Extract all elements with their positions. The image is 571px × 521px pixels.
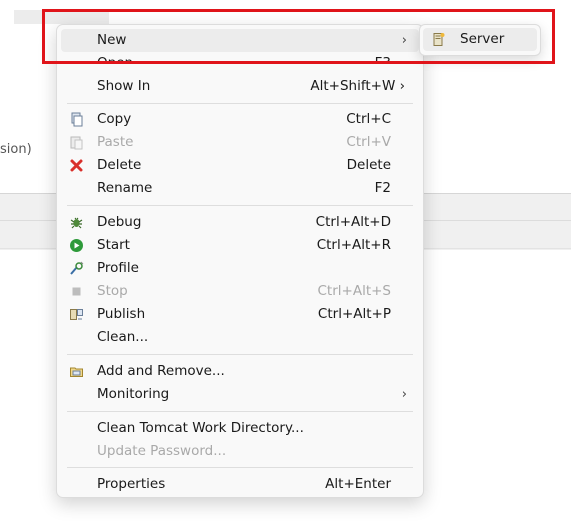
menu-item-clean-tomcat-work-directory[interactable]: Clean Tomcat Work Directory... (61, 417, 419, 440)
menu-item-debug[interactable]: Debug Ctrl+Alt+D (61, 211, 419, 234)
menu-item-label: Paste (97, 134, 134, 150)
menu-separator (67, 467, 413, 468)
start-icon (69, 238, 84, 253)
menu-item-shortcut: Alt+Shift+W › (310, 78, 405, 94)
menu-item-clean[interactable]: Clean... (61, 326, 419, 349)
menu-item-properties[interactable]: Properties Alt+Enter (61, 473, 419, 496)
menu-item-label: Clean... (97, 329, 149, 345)
delete-icon (69, 158, 84, 173)
menu-item-monitoring[interactable]: Monitoring › (61, 383, 419, 406)
menu-separator (67, 354, 413, 355)
publish-icon (69, 307, 84, 322)
menu-item-label: Copy (97, 111, 132, 127)
menu-item-label: Add and Remove... (97, 363, 225, 379)
menu-item-shortcut: Ctrl+V (346, 134, 391, 150)
menu-item-shortcut: Alt+Enter (325, 476, 391, 492)
menu-item-stop[interactable]: Stop Ctrl+Alt+S (61, 280, 419, 303)
menu-item-label: Start (97, 237, 130, 253)
menu-item-rename[interactable]: Rename F2 (61, 177, 419, 200)
menu-item-shortcut: Ctrl+Alt+S (317, 283, 392, 299)
add-remove-icon (69, 364, 84, 379)
menu-item-shortcut: Delete (346, 157, 391, 173)
menu-item-profile[interactable]: Profile (61, 257, 419, 280)
menu-item-label: Stop (97, 283, 128, 299)
copy-icon (69, 112, 84, 127)
stop-icon (69, 284, 84, 299)
menu-item-update-password[interactable]: Update Password... (61, 440, 419, 463)
menu-item-shortcut: Ctrl+C (346, 111, 391, 127)
profile-icon (69, 261, 84, 276)
menu-separator (67, 103, 413, 104)
debug-icon (69, 215, 84, 230)
background-partial-label: sion) (0, 142, 32, 157)
menu-item-copy[interactable]: Copy Ctrl+C (61, 108, 419, 131)
menu-item-label: Rename (97, 180, 153, 196)
highlight-box (42, 9, 555, 64)
menu-item-label: Properties (97, 476, 166, 492)
menu-item-shortcut: F2 (374, 180, 391, 196)
menu-item-add-and-remove[interactable]: Add and Remove... (61, 360, 419, 383)
menu-item-show-in[interactable]: Show In Alt+Shift+W › (61, 75, 419, 98)
menu-item-label: Update Password... (97, 443, 227, 459)
menu-separator (67, 411, 413, 412)
menu-item-paste[interactable]: Paste Ctrl+V (61, 131, 419, 154)
menu-item-label: Monitoring (97, 386, 170, 402)
menu-item-start[interactable]: Start Ctrl+Alt+R (61, 234, 419, 257)
menu-separator (67, 205, 413, 206)
menu-item-label: Show In (97, 78, 151, 94)
menu-item-shortcut: Ctrl+Alt+P (317, 306, 391, 322)
menu-item-shortcut: Ctrl+Alt+D (315, 214, 391, 230)
menu-item-shortcut: Ctrl+Alt+R (316, 237, 391, 253)
menu-item-label: Clean Tomcat Work Directory... (97, 420, 304, 436)
menu-item-delete[interactable]: Delete Delete (61, 154, 419, 177)
menu-item-label: Publish (97, 306, 146, 322)
menu-item-label: Delete (97, 157, 142, 173)
paste-icon (69, 135, 84, 150)
submenu-arrow-icon: › (401, 387, 407, 402)
menu-item-label: Debug (97, 214, 142, 230)
menu-item-publish[interactable]: Publish Ctrl+Alt+P (61, 303, 419, 326)
menu-item-label: Profile (97, 260, 139, 276)
context-menu: New › Open F3 Show In Alt+Shift+W › Copy… (56, 24, 424, 498)
